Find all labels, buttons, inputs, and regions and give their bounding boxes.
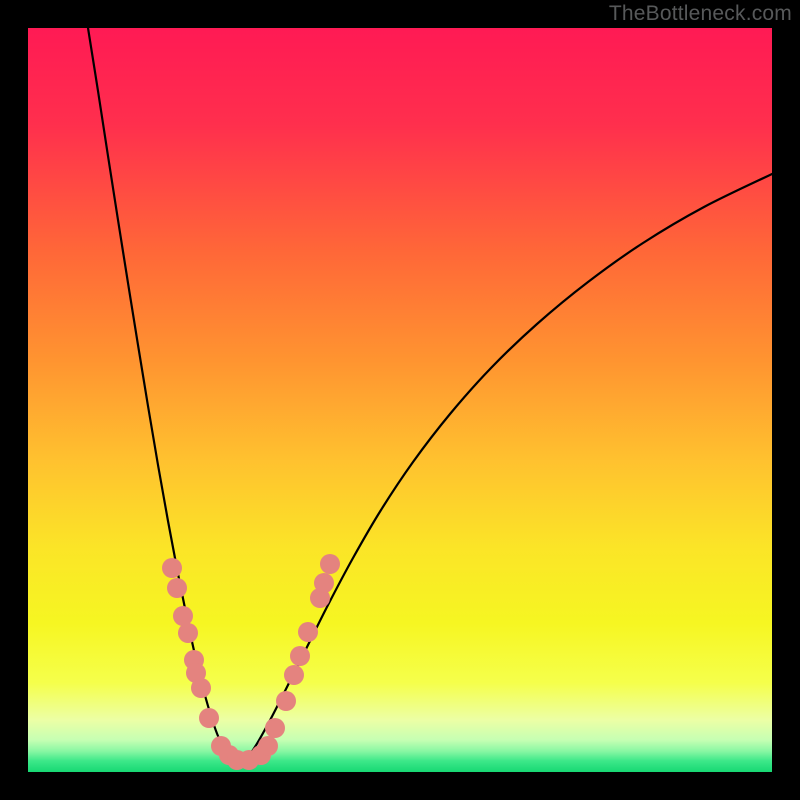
data-point [290,646,310,666]
watermark-text: TheBottleneck.com [609,2,792,26]
chart-frame: TheBottleneck.com [0,0,800,800]
plot-area [28,28,772,772]
right-curve [241,174,772,764]
left-curve [88,28,241,764]
data-point [178,623,198,643]
data-point [162,558,182,578]
data-point [298,622,318,642]
data-point [199,708,219,728]
data-point [314,573,334,593]
curves-layer [28,28,772,772]
data-point [265,718,285,738]
data-point [284,665,304,685]
data-point [167,578,187,598]
data-point [258,736,278,756]
data-point [191,678,211,698]
data-point [320,554,340,574]
data-point [276,691,296,711]
